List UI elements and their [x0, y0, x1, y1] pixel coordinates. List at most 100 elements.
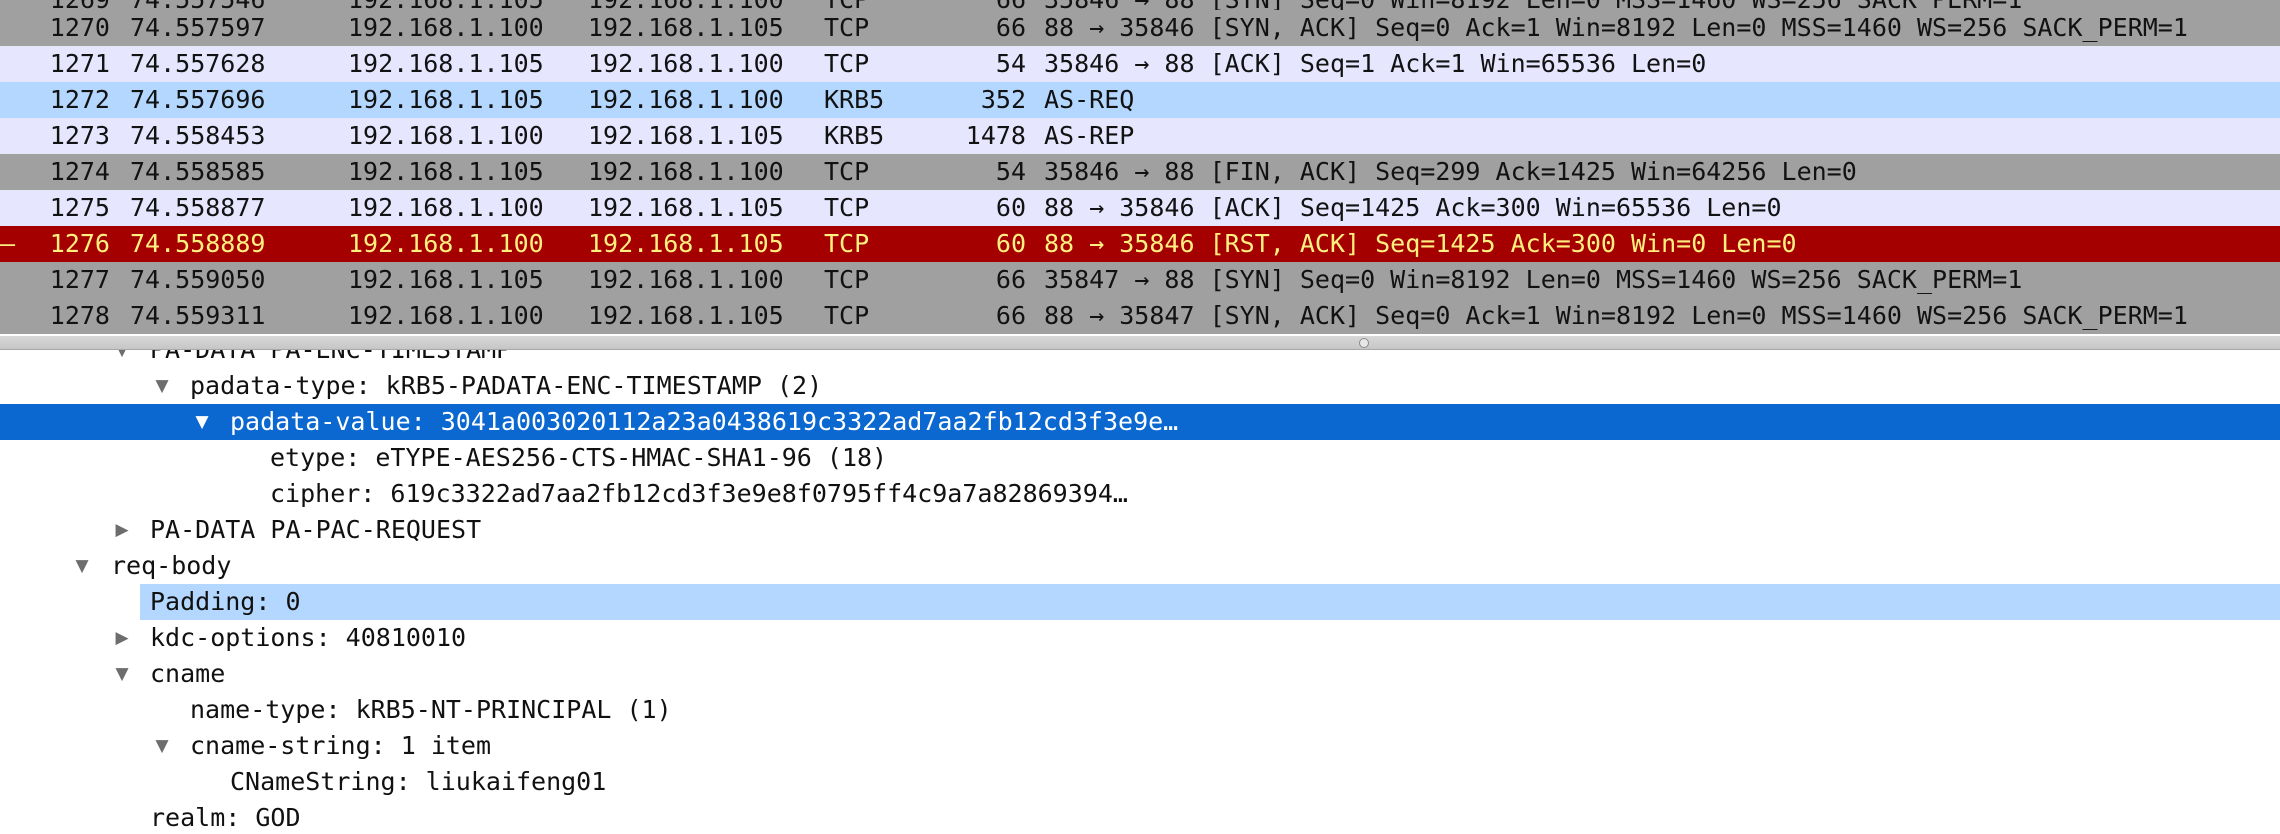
packet-info: 35846 → 88 [ACK] Seq=1 Ack=1 Win=65536 L…: [1044, 49, 1707, 78]
packet-length: 352: [980, 85, 1026, 114]
tree-node-cnamestring-value[interactable]: CNameString: liukaifeng01: [0, 764, 2280, 800]
packet-info: 88 → 35846 [SYN, ACK] Seq=0 Ack=1 Win=81…: [1044, 13, 2188, 42]
packet-source: 192.168.1.105: [348, 157, 544, 186]
packet-time: 74.558877: [130, 193, 266, 222]
packet-length: 66: [995, 301, 1026, 330]
packet-source: 192.168.1.105: [348, 265, 544, 294]
tree-node-label: PA-DATA PA-PAC-REQUEST: [150, 515, 482, 544]
triangle-down-icon[interactable]: ▼: [111, 350, 133, 368]
packet-length: 60: [995, 193, 1026, 222]
packet-info: AS-REP: [1044, 121, 1135, 150]
triangle-down-icon[interactable]: ▼: [191, 404, 213, 440]
packet-number: 1278: [49, 301, 110, 330]
triangle-down-icon[interactable]: ▼: [71, 548, 93, 584]
triangle-down-icon[interactable]: ▼: [151, 728, 173, 764]
triangle-right-icon[interactable]: ▶: [111, 512, 133, 548]
packet-destination: 192.168.1.100: [588, 85, 784, 114]
tree-node-label: Padding: 0: [150, 587, 301, 616]
packet-source: 192.168.1.100: [348, 229, 544, 258]
packet-length: 54: [995, 157, 1026, 186]
packet-list[interactable]: 1269 74.557546 192.168.1.105 192.168.1.1…: [0, 0, 2280, 336]
packet-number: 1271: [49, 49, 110, 78]
packet-length: 1478: [965, 121, 1026, 150]
packet-info: 35847 → 88 [SYN] Seq=0 Win=8192 Len=0 MS…: [1044, 265, 2023, 294]
packet-length: 66: [995, 13, 1026, 42]
packet-time: 74.559311: [130, 301, 266, 330]
packet-time: 74.558585: [130, 157, 266, 186]
packet-source: 192.168.1.100: [348, 301, 544, 330]
triangle-right-icon[interactable]: ▶: [111, 620, 133, 656]
packet-number: 1277: [49, 265, 110, 294]
triangle-down-icon[interactable]: ▼: [151, 368, 173, 404]
packet-destination: 192.168.1.105: [588, 301, 784, 330]
packet-destination: 192.168.1.105: [588, 121, 784, 150]
packet-row-1272[interactable]: 1272 74.557696 192.168.1.105 192.168.1.1…: [0, 82, 2280, 118]
packet-number: 1275: [49, 193, 110, 222]
related-packet-marker: –: [0, 229, 16, 258]
packet-length: 54: [995, 49, 1026, 78]
tree-node-cname-string[interactable]: ▼ cname-string: 1 item: [0, 728, 2280, 764]
tree-node-pa-pac-request[interactable]: ▶ PA-DATA PA-PAC-REQUEST: [0, 512, 2280, 548]
packet-row-1270[interactable]: 1270 74.557597 192.168.1.100 192.168.1.1…: [0, 10, 2280, 46]
tree-node-label: padata-value: 3041a003020112a23a0438619c…: [230, 407, 1179, 436]
packet-row-1278[interactable]: 1278 74.559311 192.168.1.100 192.168.1.1…: [0, 298, 2280, 334]
packet-time: 74.557628: [130, 49, 266, 78]
tree-node-label: cipher: 619c3322ad7aa2fb12cd3f3e9e8f0795…: [270, 479, 1128, 508]
packet-row-1271[interactable]: 1271 74.557628 192.168.1.105 192.168.1.1…: [0, 46, 2280, 82]
tree-node-name-type[interactable]: name-type: kRB5-NT-PRINCIPAL (1): [0, 692, 2280, 728]
tree-node-realm[interactable]: realm: GOD: [0, 800, 2280, 834]
tree-node-kdc-options[interactable]: ▶ kdc-options: 40810010: [0, 620, 2280, 656]
packet-info: 35846 → 88 [FIN, ACK] Seq=299 Ack=1425 W…: [1044, 157, 1857, 186]
packet-source: 192.168.1.100: [348, 121, 544, 150]
tree-node-etype[interactable]: etype: eTYPE-AES256-CTS-HMAC-SHA1-96 (18…: [0, 440, 2280, 476]
packet-row-1276[interactable]: – 1276 74.558889 192.168.1.100 192.168.1…: [0, 226, 2280, 262]
tree-node-padata-type[interactable]: ▼ padata-type: kRB5-PADATA-ENC-TIMESTAMP…: [0, 368, 2280, 404]
pane-splitter[interactable]: [0, 336, 2280, 350]
packet-source: 192.168.1.105: [348, 85, 544, 114]
tree-node-label: realm: GOD: [150, 803, 301, 832]
tree-node-padding[interactable]: Padding: 0: [140, 584, 2280, 620]
packet-source: 192.168.1.105: [348, 49, 544, 78]
packet-destination: 192.168.1.100: [588, 265, 784, 294]
tree-node-req-body[interactable]: ▼ req-body: [0, 548, 2280, 584]
splitter-handle-icon[interactable]: [1359, 338, 1369, 348]
packet-info: 88 → 35846 [RST, ACK] Seq=1425 Ack=300 W…: [1044, 229, 1797, 258]
packet-destination: 192.168.1.100: [588, 49, 784, 78]
packet-row-1274[interactable]: 1274 74.558585 192.168.1.105 192.168.1.1…: [0, 154, 2280, 190]
tree-node-cipher[interactable]: cipher: 619c3322ad7aa2fb12cd3f3e9e8f0795…: [0, 476, 2280, 512]
tree-node-label: name-type: kRB5-NT-PRINCIPAL (1): [190, 695, 672, 724]
tree-node-label: kdc-options: 40810010: [150, 623, 467, 652]
tree-node-label: cname-string: 1 item: [190, 731, 492, 760]
tree-node-label: req-body: [111, 551, 232, 580]
packet-number: 1276: [49, 229, 110, 258]
packet-time: 74.557597: [130, 13, 266, 42]
tree-node-label: etype: eTYPE-AES256-CTS-HMAC-SHA1-96 (18…: [270, 443, 888, 472]
packet-length: 66: [995, 265, 1026, 294]
packet-row-1273[interactable]: 1273 74.558453 192.168.1.100 192.168.1.1…: [0, 118, 2280, 154]
packet-info: AS-REQ: [1044, 85, 1135, 114]
tree-node-cname[interactable]: ▼ cname: [0, 656, 2280, 692]
packet-number: 1273: [49, 121, 110, 150]
tree-node-pa-enc-timestamp[interactable]: ▼ PA-DATA PA-ENC-TIMESTAMP: [0, 350, 2280, 368]
packet-destination: 192.168.1.105: [588, 193, 784, 222]
packet-number: 1270: [49, 13, 110, 42]
packet-time: 74.558453: [130, 121, 266, 150]
triangle-down-icon[interactable]: ▼: [111, 656, 133, 692]
packet-time: 74.557696: [130, 85, 266, 114]
packet-info: 88 → 35847 [SYN, ACK] Seq=0 Ack=1 Win=81…: [1044, 301, 2188, 330]
packet-source: 192.168.1.100: [348, 193, 544, 222]
packet-source: 192.168.1.100: [348, 13, 544, 42]
packet-destination: 192.168.1.105: [588, 229, 784, 258]
packet-length: 60: [995, 229, 1026, 258]
packet-time: 74.558889: [130, 229, 266, 258]
packet-details-tree[interactable]: ▼ PA-DATA PA-ENC-TIMESTAMP ▼ padata-type…: [0, 350, 2280, 834]
tree-node-label: PA-DATA PA-ENC-TIMESTAMP: [150, 350, 511, 368]
packet-row-1277[interactable]: 1277 74.559050 192.168.1.105 192.168.1.1…: [0, 262, 2280, 298]
packet-info: 88 → 35846 [ACK] Seq=1425 Ack=300 Win=65…: [1044, 193, 1782, 222]
tree-node-padata-value[interactable]: ▼ padata-value: 3041a003020112a23a043861…: [0, 404, 2280, 440]
packet-destination: 192.168.1.100: [588, 157, 784, 186]
packet-time: 74.559050: [130, 265, 266, 294]
packet-destination: 192.168.1.105: [588, 13, 784, 42]
tree-node-label: CNameString: liukaifeng01: [230, 767, 607, 796]
packet-row-1275[interactable]: 1275 74.558877 192.168.1.100 192.168.1.1…: [0, 190, 2280, 226]
